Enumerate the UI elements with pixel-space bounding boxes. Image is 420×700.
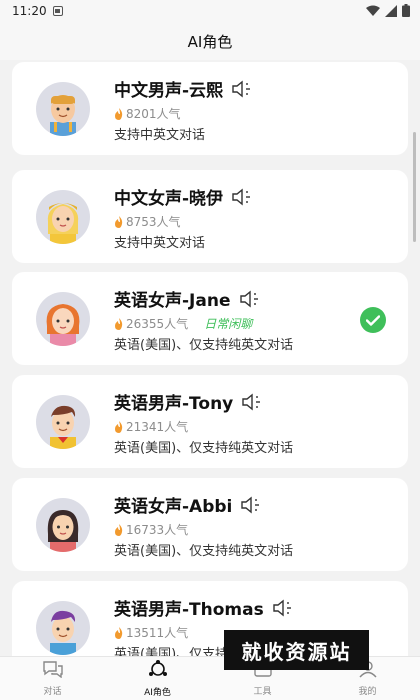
sim-card-icon bbox=[52, 6, 63, 16]
page-title: AI角色 bbox=[187, 32, 233, 51]
role-card-jane[interactable]: 英语女声-Jane 26355人气 日常闲聊 英语(美国)、仅支持纯英文对话 bbox=[12, 272, 408, 365]
nav-label: 对话 bbox=[43, 687, 62, 697]
flame-icon bbox=[114, 420, 124, 433]
role-description: 英语(美国)、仅支持纯英文对话 bbox=[114, 441, 294, 456]
popularity-count: 8201人气 bbox=[126, 107, 181, 121]
wifi-icon bbox=[366, 2, 380, 21]
role-description: 支持中英文对话 bbox=[114, 236, 206, 251]
flame-icon bbox=[114, 523, 124, 536]
avatar bbox=[36, 395, 90, 449]
popularity-count: 16733人气 bbox=[126, 523, 189, 537]
role-list[interactable]: 中文男声-云熙 8201人气 支持中英文对话 中文女声-晓伊 8753人气 支持… bbox=[0, 62, 420, 656]
status-bar: 11:20 bbox=[0, 0, 420, 22]
nav-item-chat[interactable]: 对话 bbox=[0, 657, 105, 700]
selected-check-icon bbox=[360, 307, 386, 333]
role-card-abbi[interactable]: 英语女声-Abbi 16733人气 英语(美国)、仅支持纯英文对话 bbox=[12, 478, 408, 571]
avatar bbox=[36, 292, 90, 346]
role-description: 英语(美国)、仅支持纯英文对话 bbox=[114, 338, 294, 353]
role-name: 英语男声-Thomas bbox=[114, 600, 264, 620]
avatar bbox=[36, 601, 90, 655]
nav-label: 工具 bbox=[253, 687, 272, 697]
role-tag: 日常闲聊 bbox=[204, 317, 253, 331]
speaker-icon[interactable] bbox=[272, 599, 294, 617]
scrollbar[interactable] bbox=[413, 132, 416, 242]
flame-icon bbox=[114, 626, 124, 639]
flame-icon bbox=[114, 215, 124, 228]
watermark: 就收资源站 bbox=[224, 630, 369, 670]
flame-icon bbox=[114, 317, 124, 330]
speaker-icon[interactable] bbox=[231, 80, 253, 98]
avatar bbox=[36, 498, 90, 552]
role-card-yunxi[interactable]: 中文男声-云熙 8201人气 支持中英文对话 bbox=[12, 62, 408, 155]
popularity-count: 21341人气 bbox=[126, 420, 189, 434]
watermark-text: 就收资源站 bbox=[241, 639, 352, 664]
signal-icon bbox=[385, 2, 397, 21]
popularity-count: 26355人气 bbox=[126, 317, 189, 331]
role-name: 英语女声-Abbi bbox=[114, 497, 233, 517]
app-header: AI角色 bbox=[0, 22, 420, 60]
speaker-icon[interactable] bbox=[231, 188, 253, 206]
popularity-count: 8753人气 bbox=[126, 215, 181, 229]
speaker-icon[interactable] bbox=[239, 290, 261, 308]
nav-item-ai-role[interactable]: AI角色 bbox=[105, 657, 210, 700]
speaker-icon[interactable] bbox=[241, 393, 263, 411]
ai-role-icon bbox=[147, 659, 169, 683]
role-name: 英语男声-Tony bbox=[114, 394, 234, 414]
speaker-icon[interactable] bbox=[240, 496, 262, 514]
role-card-xiaoyi[interactable]: 中文女声-晓伊 8753人气 支持中英文对话 bbox=[12, 170, 408, 263]
battery-icon bbox=[402, 2, 410, 21]
nav-label: 我的 bbox=[358, 687, 377, 697]
avatar bbox=[36, 190, 90, 244]
avatar bbox=[36, 82, 90, 136]
status-time: 11:20 bbox=[12, 4, 47, 18]
popularity-count: 13511人气 bbox=[126, 626, 189, 640]
role-name: 英语女声-Jane bbox=[114, 291, 231, 311]
flame-icon bbox=[114, 107, 124, 120]
role-description: 英语(美国)、仅支持纯英文对话 bbox=[114, 544, 294, 559]
nav-label: AI角色 bbox=[144, 688, 171, 698]
chat-bubbles-icon bbox=[42, 660, 64, 682]
role-card-tony[interactable]: 英语男声-Tony 21341人气 英语(美国)、仅支持纯英文对话 bbox=[12, 375, 408, 468]
role-name: 中文女声-晓伊 bbox=[114, 189, 224, 209]
role-name: 中文男声-云熙 bbox=[114, 81, 224, 101]
role-description: 支持中英文对话 bbox=[114, 128, 206, 143]
